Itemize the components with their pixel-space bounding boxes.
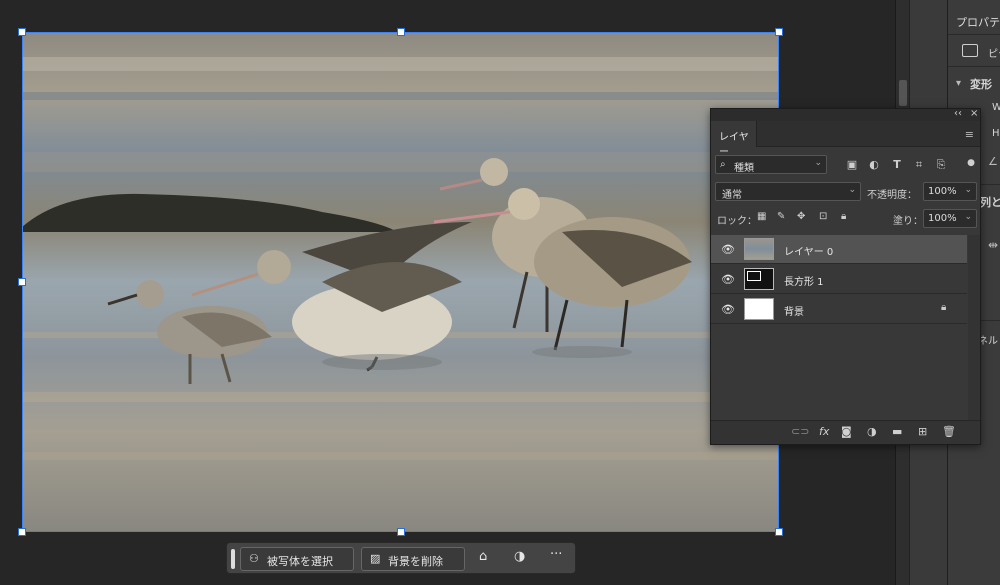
divider	[948, 34, 1000, 35]
remove-background-button[interactable]: ▨ 背景を削除	[361, 547, 465, 571]
layer-row[interactable]: 👁︎ 長方形 1	[711, 265, 967, 294]
layer-thumbnail	[744, 298, 774, 320]
lock-paint-icon[interactable]: ✎	[777, 211, 785, 222]
mask-icon[interactable]: ◙	[841, 425, 852, 438]
layer-filter-kind-select[interactable]: ⌕ 種類 ⌄	[715, 155, 827, 174]
chevron-down-icon: ⌄	[814, 158, 822, 168]
person-icon: ⚇	[249, 552, 259, 565]
chevron-down-icon: ⌄	[964, 185, 972, 195]
layers-scrollbar[interactable]	[968, 235, 980, 425]
filter-toggle-icon[interactable]: ●	[963, 158, 979, 168]
layer-thumbnail	[744, 268, 774, 290]
search-icon: ⌕	[720, 159, 726, 170]
visibility-eye-icon[interactable]: 👁︎	[721, 303, 735, 316]
panel-tab-row: レイヤー ≡	[711, 121, 980, 158]
filter-shape-icon[interactable]: ⌗	[911, 158, 927, 172]
layer-name[interactable]: 背景	[784, 303, 804, 318]
transform-handle-top[interactable]	[397, 28, 405, 36]
visibility-eye-icon[interactable]: 👁︎	[721, 273, 735, 286]
height-label: H	[992, 128, 1000, 139]
blend-mode-select[interactable]: 通常 ⌄	[715, 182, 861, 201]
select-subject-button[interactable]: ⚇ 被写体を選択	[240, 547, 354, 571]
folder-icon[interactable]: ▬	[892, 425, 902, 438]
transform-handle-top-right[interactable]	[775, 28, 783, 36]
align-section-title[interactable]: 列と	[980, 194, 1000, 210]
fill-field[interactable]: 100% ⌄	[923, 209, 977, 228]
filter-type-icon[interactable]: T	[889, 158, 905, 171]
filter-smart-object-icon[interactable]: ⎘	[933, 158, 949, 172]
photo-layer-image[interactable]	[22, 32, 779, 532]
lock-icon[interactable]: 🔒︎	[941, 302, 946, 313]
opacity-label: 不透明度：	[867, 190, 917, 201]
panel-topbar: ‹‹ ×	[711, 108, 980, 121]
scrollbar-thumb[interactable]	[899, 80, 907, 106]
layer-row[interactable]: 👁︎ 背景 🔒︎	[711, 295, 967, 324]
layer-name[interactable]: 長方形 1	[784, 273, 824, 288]
layer-row[interactable]: 👁︎ レイヤー 0	[711, 235, 967, 264]
select-subject-label: 被写体を選択	[267, 555, 333, 568]
more-options-icon[interactable]: ···	[550, 547, 562, 562]
chevron-down-icon: ⌄	[848, 185, 856, 195]
visibility-eye-icon[interactable]: 👁︎	[721, 243, 735, 256]
fill-value: 100%	[928, 213, 957, 224]
lock-move-icon[interactable]: ✥	[797, 211, 805, 222]
close-icon[interactable]: ×	[970, 108, 978, 119]
lock-all-icon[interactable]: 🔒︎	[841, 211, 846, 222]
layer-name[interactable]: レイヤー 0	[784, 243, 833, 258]
blend-mode-value: 通常	[722, 190, 742, 201]
layers-bottom-toolbar: ⊂⊃ fx ◙ ◑ ▬ ⊞ 🗑︎	[711, 420, 980, 444]
panel-cutoff-label: ネル	[978, 336, 998, 347]
new-layer-icon[interactable]: ⊞	[918, 425, 927, 438]
pixel-layer-label: ピク	[988, 49, 1000, 60]
opacity-field[interactable]: 100% ⌄	[923, 182, 977, 201]
shorebirds-photo	[22, 32, 779, 532]
layers-panel: ‹‹ × レイヤー ≡ ⌕ 種類 ⌄ ▣ ◐ T ⌗ ⎘ ● 通常 ⌄ 不透明度…	[710, 108, 981, 445]
trash-icon[interactable]: 🗑︎	[942, 425, 956, 438]
panel-menu-icon[interactable]: ≡	[965, 128, 974, 141]
opacity-value: 100%	[928, 186, 957, 197]
transform-handle-top-left[interactable]	[18, 28, 26, 36]
drag-handle[interactable]	[231, 549, 235, 569]
fill-label: 塗り：	[893, 216, 923, 227]
lock-label: ロック：	[717, 216, 757, 227]
adjustment-icon[interactable]: ◑	[867, 425, 877, 438]
chevron-down-icon: ⌄	[964, 212, 972, 222]
transform-icon[interactable]: ⌂	[479, 549, 487, 564]
image-icon: ▨	[370, 552, 381, 565]
lock-artboard-icon[interactable]: ⊡	[819, 211, 827, 222]
transform-handle-left[interactable]	[18, 278, 26, 286]
link-icon[interactable]: ⊂⊃	[791, 425, 809, 438]
adjustment-icon[interactable]: ◑	[514, 549, 525, 564]
layer-thumbnail	[744, 238, 774, 260]
lock-transparent-icon[interactable]: ▦	[757, 211, 766, 222]
transform-handle-bottom[interactable]	[397, 528, 405, 536]
chevron-down-icon[interactable]: ▾	[956, 78, 961, 89]
filter-adjustment-icon[interactable]: ◐	[866, 158, 882, 171]
tab-layers[interactable]: レイヤー	[711, 121, 757, 158]
transform-section-title[interactable]: 変形	[970, 76, 992, 92]
transform-handle-bottom-left[interactable]	[18, 528, 26, 536]
distribute-icon[interactable]: ⇹	[988, 238, 998, 252]
filter-pixel-icon[interactable]: ▣	[844, 158, 860, 171]
contextual-task-bar: ⚇ 被写体を選択 ▨ 背景を削除 ⌂ ◑ ···	[226, 542, 576, 574]
tab-layers-label: レイヤー	[719, 132, 749, 158]
shape-thumbnail-frame	[747, 271, 761, 281]
divider	[948, 66, 1000, 67]
fx-icon[interactable]: fx	[819, 425, 829, 438]
remove-background-label: 背景を削除	[388, 555, 443, 568]
filter-kind-value: 種類	[734, 163, 754, 174]
transform-handle-bottom-right[interactable]	[775, 528, 783, 536]
pixel-layer-icon	[962, 44, 978, 57]
width-label: W	[992, 102, 1000, 113]
angle-icon: ∠	[988, 155, 998, 168]
properties-panel-title[interactable]: プロパティ	[956, 14, 1000, 30]
collapse-icon[interactable]: ‹‹	[954, 108, 962, 119]
